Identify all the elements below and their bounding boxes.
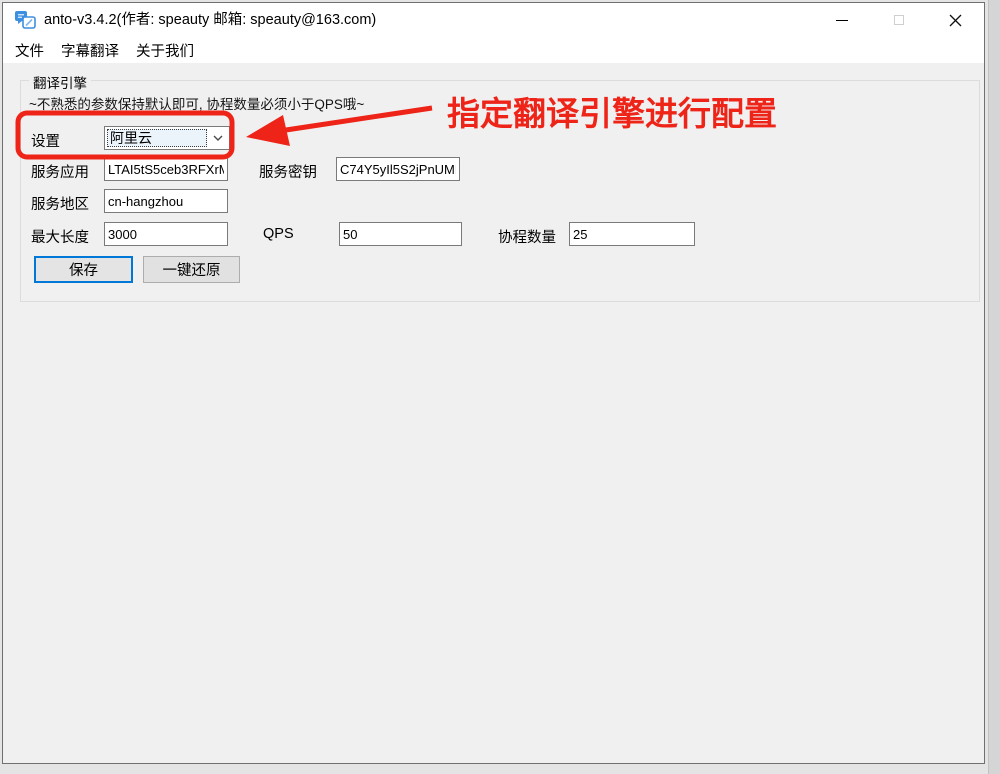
service-region-input[interactable] <box>104 189 228 213</box>
service-secret-input[interactable] <box>336 157 460 181</box>
close-button[interactable] <box>927 3 984 37</box>
app-window: anto-v3.4.2(作者: speauty 邮箱: speauty@163.… <box>2 2 985 764</box>
engine-label: 设置 <box>31 130 60 151</box>
titlebar: anto-v3.4.2(作者: speauty 邮箱: speauty@163.… <box>3 3 984 37</box>
qps-label: QPS <box>263 226 294 242</box>
service-region-label: 服务地区 <box>31 193 89 214</box>
app-icon <box>14 10 36 30</box>
service-app-input[interactable] <box>104 157 228 181</box>
menubar: 文件 字幕翻译 关于我们 <box>3 37 984 63</box>
minimize-icon <box>836 20 848 21</box>
maximize-button <box>870 3 927 37</box>
service-app-label: 服务应用 <box>31 161 89 182</box>
maximize-icon <box>894 15 904 25</box>
groupbox-legend: 翻译引擎 <box>29 72 91 92</box>
coroutines-label: 协程数量 <box>498 226 556 247</box>
translation-engine-groupbox: 翻译引擎 ~不熟悉的参数保持默认即可, 协程数量必须小于QPS哦~ 设置 阿里云… <box>20 80 980 302</box>
menu-item-about[interactable]: 关于我们 <box>136 40 194 61</box>
menu-item-file[interactable]: 文件 <box>15 40 44 61</box>
coroutines-input[interactable] <box>569 222 695 246</box>
reset-button[interactable]: 一键还原 <box>143 256 240 283</box>
desktop-background-strip <box>988 0 1000 774</box>
chevron-down-icon <box>213 135 223 141</box>
minimize-button[interactable] <box>813 3 870 37</box>
content-area: 翻译引擎 ~不熟悉的参数保持默认即可, 协程数量必须小于QPS哦~ 设置 阿里云… <box>3 63 984 763</box>
engine-select[interactable]: 阿里云 <box>104 126 230 150</box>
menu-item-subtitle-translate[interactable]: 字幕翻译 <box>61 40 119 61</box>
max-length-input[interactable] <box>104 222 228 246</box>
engine-select-value: 阿里云 <box>107 129 207 147</box>
service-secret-label: 服务密钥 <box>259 161 317 182</box>
qps-input[interactable] <box>339 222 462 246</box>
max-length-label: 最大长度 <box>31 226 89 247</box>
window-title: anto-v3.4.2(作者: speauty 邮箱: speauty@163.… <box>44 3 376 37</box>
engine-select-dropdown-button[interactable] <box>207 127 229 149</box>
close-icon <box>949 14 962 27</box>
parameter-hint-text: ~不熟悉的参数保持默认即可, 协程数量必须小于QPS哦~ <box>29 93 364 113</box>
save-button[interactable]: 保存 <box>34 256 133 283</box>
